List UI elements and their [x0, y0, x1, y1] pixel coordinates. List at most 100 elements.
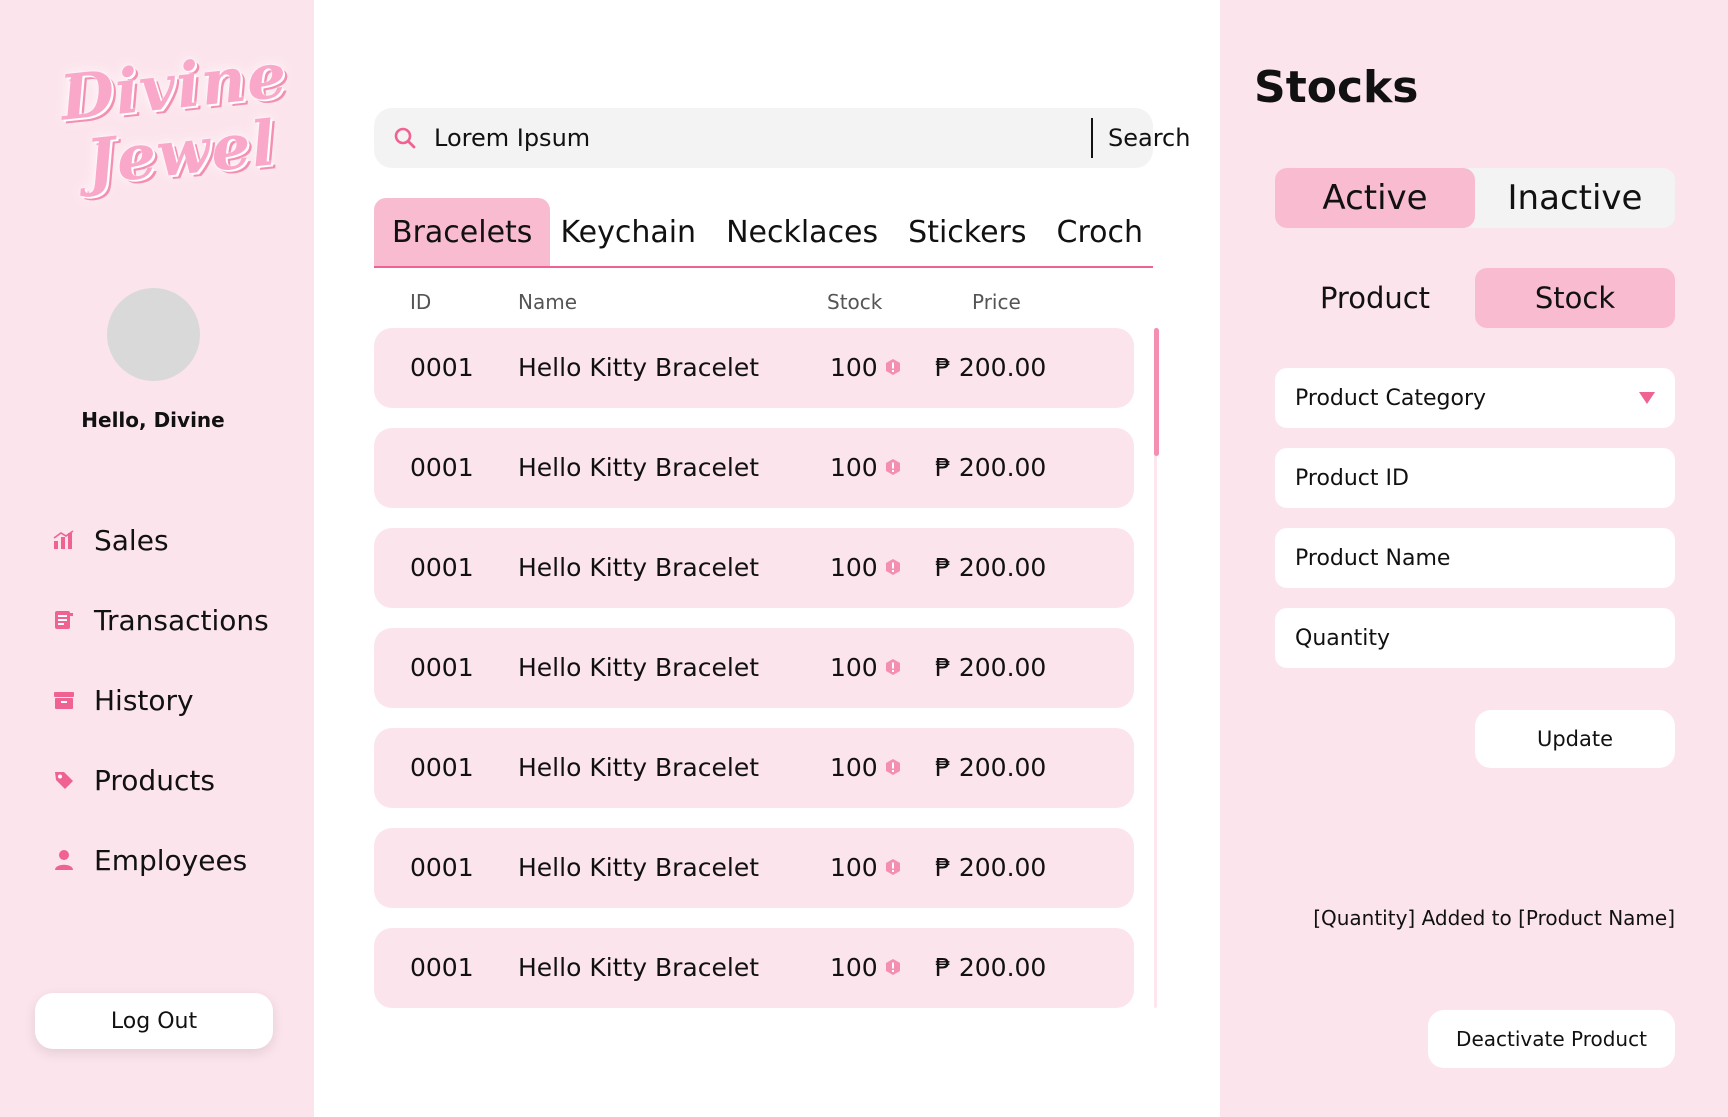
sidebar-item-sales[interactable]: Sales — [52, 520, 269, 560]
row-stock: 100 — [830, 453, 878, 482]
panel-title: Stocks — [1254, 62, 1419, 113]
row-stock: 100 — [830, 753, 878, 782]
stock-alert-icon — [886, 759, 900, 775]
product-name-field[interactable] — [1295, 545, 1655, 571]
row-price: ₱ 200.00 — [935, 953, 1047, 982]
column-header-stock: Stock — [827, 290, 883, 314]
sidebar-item-label: Employees — [94, 843, 248, 877]
product-id-field[interactable] — [1295, 465, 1655, 491]
row-name: Hello Kitty Bracelet — [518, 853, 760, 882]
row-stock: 100 — [830, 353, 878, 382]
stock-alert-icon — [886, 359, 900, 375]
row-name: Hello Kitty Bracelet — [518, 553, 760, 582]
product-category-label: Product Category — [1295, 385, 1487, 411]
search-divider — [1091, 118, 1093, 158]
table-row[interactable]: 0001 Hello Kitty Bracelet 100 ₱ 200.00 — [374, 428, 1134, 508]
product-toggle-button[interactable]: Product — [1275, 268, 1475, 328]
column-header-id: ID — [410, 290, 432, 314]
sidebar: Divine Jewel Hello, Divine Sales Transac… — [0, 0, 314, 1117]
sidebar-item-history[interactable]: History — [52, 680, 269, 720]
row-price: ₱ 200.00 — [935, 553, 1047, 582]
table-row[interactable]: 0001 Hello Kitty Bracelet 100 ₱ 200.00 — [374, 728, 1134, 808]
table-row[interactable]: 0001 Hello Kitty Bracelet 100 ₱ 200.00 — [374, 828, 1134, 908]
row-stock: 100 — [830, 553, 878, 582]
update-button[interactable]: Update — [1475, 710, 1675, 768]
row-price: ₱ 200.00 — [935, 353, 1047, 382]
sidebar-item-label: Transactions — [94, 603, 269, 637]
search-icon — [392, 125, 418, 151]
row-price: ₱ 200.00 — [935, 753, 1047, 782]
status-toggle: Active Inactive — [1275, 168, 1675, 228]
table-row[interactable]: 0001 Hello Kitty Bracelet 100 ₱ 200.00 — [374, 628, 1134, 708]
row-id: 0001 — [410, 853, 474, 882]
inactive-toggle-button[interactable]: Inactive — [1475, 168, 1675, 228]
main-content: Search Bracelets Keychain Necklaces Stic… — [314, 0, 1220, 1117]
product-name-field-wrap — [1275, 528, 1675, 588]
stock-alert-icon — [886, 559, 900, 575]
row-id: 0001 — [410, 653, 474, 682]
stock-alert-icon — [886, 459, 900, 475]
product-category-select[interactable]: Product Category — [1275, 368, 1675, 428]
stock-alert-icon — [886, 859, 900, 875]
sidebar-item-products[interactable]: Products — [52, 760, 269, 800]
row-id: 0001 — [410, 453, 474, 482]
sidebar-item-transactions[interactable]: Transactions — [52, 600, 269, 640]
search-bar: Search — [374, 108, 1190, 168]
bar-chart-icon — [52, 528, 76, 552]
sidebar-item-label: History — [94, 683, 194, 717]
greeting: Hello, Divine — [81, 408, 225, 432]
tab-stickers[interactable]: Stickers — [894, 198, 1042, 266]
category-tabs: Bracelets Keychain Necklaces Stickers Cr… — [374, 198, 1153, 268]
row-name: Hello Kitty Bracelet — [518, 353, 760, 382]
row-price: ₱ 200.00 — [935, 453, 1047, 482]
row-stock: 100 — [830, 953, 878, 982]
row-stock: 100 — [830, 653, 878, 682]
row-name: Hello Kitty Bracelet — [518, 653, 760, 682]
table-header: ID Name Stock Price — [374, 286, 1134, 318]
chevron-down-icon — [1639, 392, 1655, 404]
avatar — [107, 288, 200, 381]
logout-button[interactable]: Log Out — [35, 993, 273, 1049]
row-id: 0001 — [410, 753, 474, 782]
column-header-name: Name — [518, 290, 578, 314]
tab-bracelets[interactable]: Bracelets — [374, 198, 551, 266]
product-table: 0001 Hello Kitty Bracelet 100 ₱ 200.00 0… — [374, 328, 1134, 1028]
sidebar-item-employees[interactable]: Employees — [52, 840, 269, 880]
stock-toggle-button[interactable]: Stock — [1475, 268, 1675, 328]
table-row[interactable]: 0001 Hello Kitty Bracelet 100 ₱ 200.00 — [374, 328, 1134, 408]
stock-alert-icon — [886, 659, 900, 675]
stock-alert-icon — [886, 959, 900, 975]
row-price: ₱ 200.00 — [935, 853, 1047, 882]
archive-icon — [52, 688, 76, 712]
quantity-field[interactable] — [1295, 625, 1655, 651]
search-button[interactable]: Search — [1108, 118, 1190, 158]
table-row[interactable]: 0001 Hello Kitty Bracelet 100 ₱ 200.00 — [374, 928, 1134, 1008]
mode-toggle: Product Stock — [1275, 268, 1675, 328]
receipt-icon — [52, 608, 76, 632]
quantity-field-wrap — [1275, 608, 1675, 668]
search-input[interactable] — [434, 118, 994, 158]
row-id: 0001 — [410, 953, 474, 982]
tab-keychain[interactable]: Keychain — [550, 198, 706, 266]
scrollbar-thumb[interactable] — [1154, 328, 1159, 456]
row-id: 0001 — [410, 553, 474, 582]
sidebar-item-label: Sales — [94, 523, 169, 557]
tag-icon — [52, 768, 76, 792]
row-name: Hello Kitty Bracelet — [518, 953, 760, 982]
column-header-price: Price — [972, 290, 1021, 314]
deactivate-product-button[interactable]: Deactivate Product — [1428, 1010, 1675, 1068]
sidebar-nav: Sales Transactions History Products Empl… — [52, 520, 269, 920]
row-id: 0001 — [410, 353, 474, 382]
active-toggle-button[interactable]: Active — [1275, 168, 1475, 228]
sidebar-item-label: Products — [94, 763, 215, 797]
table-row[interactable]: 0001 Hello Kitty Bracelet 100 ₱ 200.00 — [374, 528, 1134, 608]
brand-logo: Divine Jewel — [52, 38, 291, 204]
tab-croch[interactable]: Croch — [1043, 198, 1143, 266]
stocks-panel: Stocks Active Inactive Product Stock Pro… — [1220, 0, 1728, 1117]
row-name: Hello Kitty Bracelet — [518, 453, 760, 482]
product-id-field-wrap — [1275, 448, 1675, 508]
user-icon — [52, 848, 76, 872]
row-stock: 100 — [830, 853, 878, 882]
tab-necklaces[interactable]: Necklaces — [706, 198, 894, 266]
status-message: [Quantity] Added to [Product Name] — [1313, 906, 1675, 930]
